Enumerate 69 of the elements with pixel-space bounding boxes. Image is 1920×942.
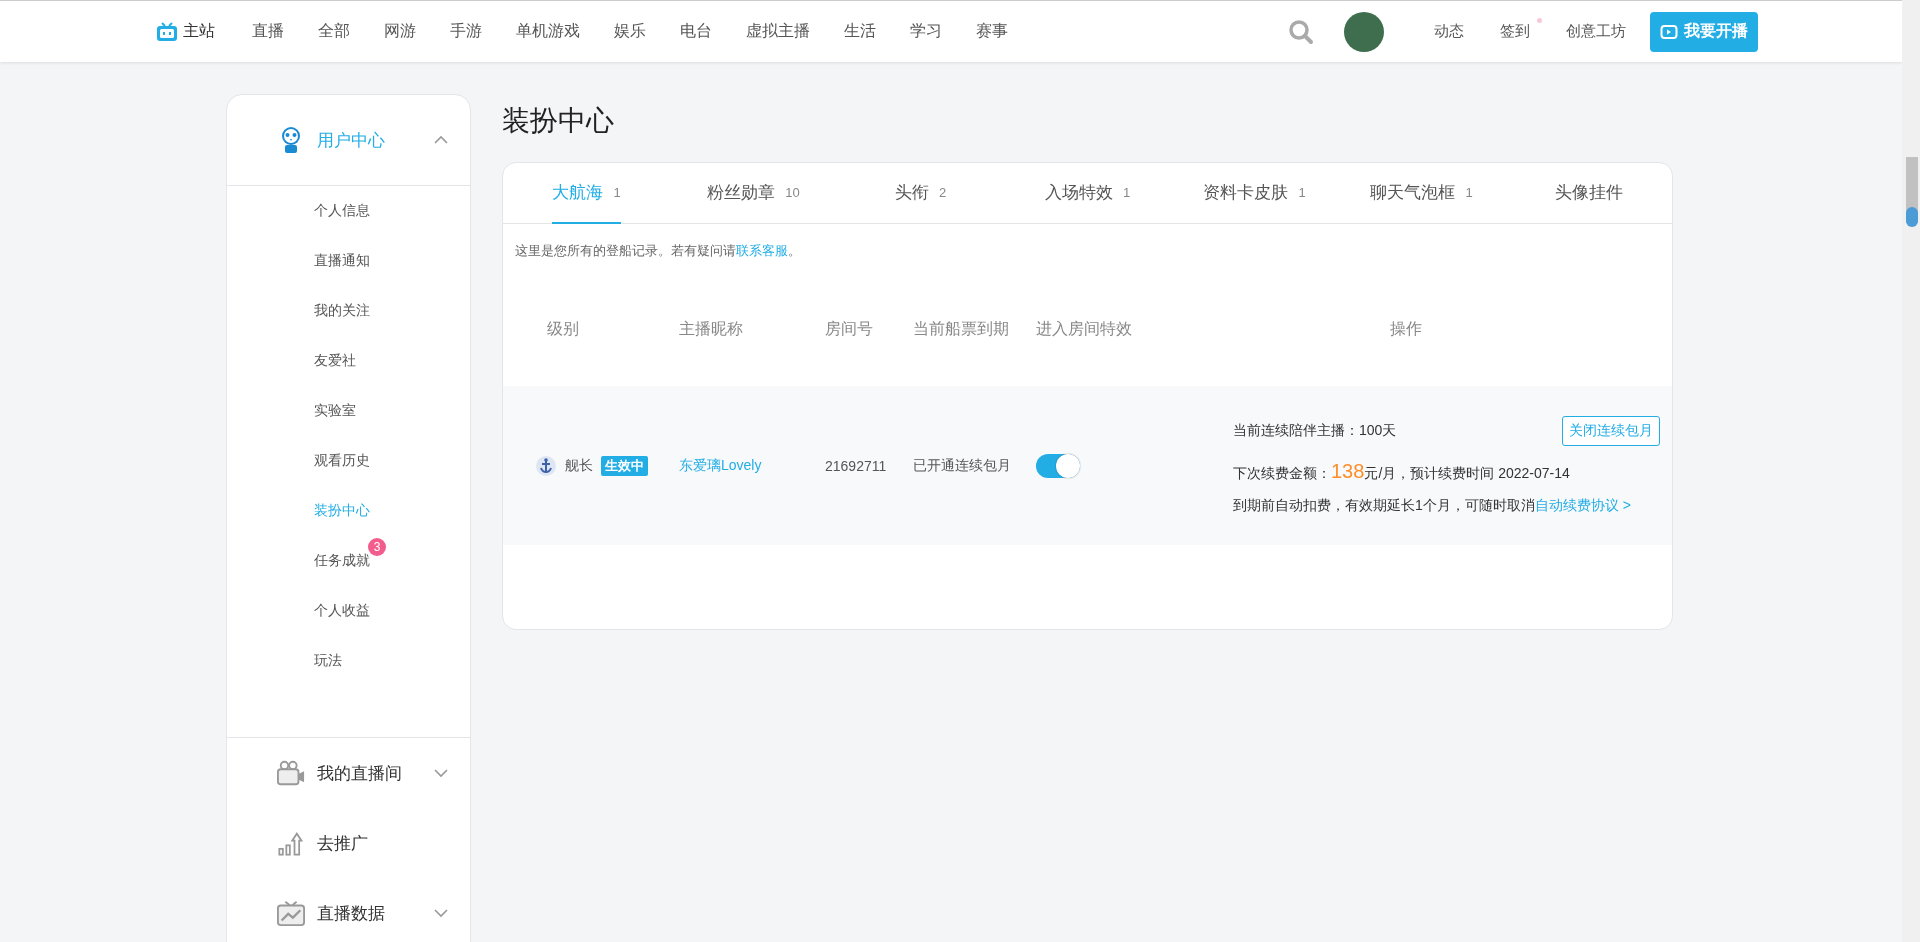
tv-logo-icon <box>156 21 178 42</box>
column-header: 级别 <box>547 318 580 339</box>
sidebar-item[interactable]: 直播通知 <box>314 236 370 286</box>
auto-renew-text: 到期前自动扣费，有效期延长1个月，可随时取消 自动续费协议 > <box>1233 497 1632 515</box>
sidebar-item[interactable]: 任务成就 3 <box>314 536 386 586</box>
nav-link[interactable]: 网游 <box>367 21 433 42</box>
tab[interactable]: 粉丝勋章 10 <box>670 163 837 223</box>
nav-link[interactable]: 直播 <box>235 21 301 42</box>
count-badge: 3 <box>368 538 386 556</box>
home-label[interactable]: 主站 <box>183 21 215 42</box>
caret-icon[interactable] <box>434 908 448 918</box>
tab-count: 10 <box>785 184 800 200</box>
camera-icon <box>277 759 305 787</box>
page-title: 装扮中心 <box>502 104 615 138</box>
column-header: 操作 <box>1389 318 1423 339</box>
nav-link[interactable]: 生活 <box>827 21 893 42</box>
anchor-emblem-icon <box>535 454 557 477</box>
nav-link[interactable]: 全部 <box>301 21 367 42</box>
room-number: 21692711 <box>825 457 888 474</box>
tab[interactable]: 资料卡皮肤 1 <box>1171 163 1338 223</box>
tab[interactable]: 头像挂件 <box>1505 163 1672 223</box>
sidebar-item[interactable]: 个人收益 <box>314 586 370 636</box>
home-link[interactable]: 主站 <box>156 21 215 42</box>
tab-count: 1 <box>1122 184 1131 200</box>
status-badge: 生效中 <box>601 455 648 476</box>
sidebar-section[interactable]: 我的直播间 <box>317 761 402 785</box>
nav-link[interactable]: 学习 <box>893 21 959 42</box>
tab-count: 2 <box>938 184 947 200</box>
sidebar-item[interactable]: 个人信息 <box>314 186 370 236</box>
nav-link[interactable]: 签到 <box>1482 22 1548 41</box>
tab[interactable]: 大航海 1 <box>503 163 670 223</box>
tab-count: 1 <box>1298 184 1306 200</box>
expiry-text: 已开通连续包月 <box>913 456 1012 475</box>
column-header: 当前船票到期 <box>913 318 1010 339</box>
nav-link[interactable]: 电台 <box>663 21 729 42</box>
nav-link[interactable]: 娱乐 <box>597 21 663 42</box>
sidebar-section[interactable]: 直播数据 <box>317 901 385 925</box>
user-avatar[interactable] <box>1344 11 1384 52</box>
caret-icon[interactable] <box>434 768 448 778</box>
tab[interactable]: 头衔 2 <box>837 163 1004 223</box>
nav-link[interactable]: 虚拟主播 <box>729 21 827 42</box>
effect-toggle[interactable] <box>1036 453 1080 478</box>
sidebar-item[interactable]: 我的关注 <box>314 286 370 336</box>
streak-text: 当前连续陪伴主播：100天 <box>1233 422 1397 440</box>
tab-count: 1 <box>613 184 621 200</box>
column-header: 主播昵称 <box>679 318 744 339</box>
level-name: 舰长 <box>565 456 593 475</box>
tv-chart-icon <box>277 899 305 927</box>
sidebar-item[interactable]: 实验室 <box>314 386 356 436</box>
sidebar-item[interactable]: 玩法 <box>314 636 342 686</box>
tab-count: 1 <box>1465 184 1473 200</box>
renewal-text: 下次续费金额：138元/月，预计续费时间 2022-07-14 <box>1233 460 1571 483</box>
search-icon[interactable] <box>1288 18 1314 45</box>
sidebar-section[interactable]: 去推广 <box>317 831 368 855</box>
nav-link[interactable]: 创意工坊 <box>1548 22 1644 41</box>
nav-link[interactable]: 动态 <box>1416 22 1482 41</box>
caret-icon[interactable] <box>434 135 448 145</box>
column-header: 房间号 <box>825 318 874 339</box>
scrollbar[interactable] <box>1902 0 1920 942</box>
nav-link[interactable]: 手游 <box>433 21 499 42</box>
notice-text: 这里是您所有的登船记录。若有疑问请联系客服。 <box>515 242 802 260</box>
sidebar-item[interactable]: 观看历史 <box>314 436 370 486</box>
tv-play-icon <box>1660 22 1678 41</box>
tab[interactable]: 聊天气泡框 1 <box>1338 163 1505 223</box>
tab[interactable]: 入场特效 1 <box>1004 163 1171 223</box>
column-header: 进入房间特效 <box>1036 318 1133 339</box>
nav-link[interactable]: 赛事 <box>959 21 1025 42</box>
sidebar-item[interactable]: 友爱社 <box>314 336 356 386</box>
nav-link[interactable]: 单机游戏 <box>499 21 597 42</box>
